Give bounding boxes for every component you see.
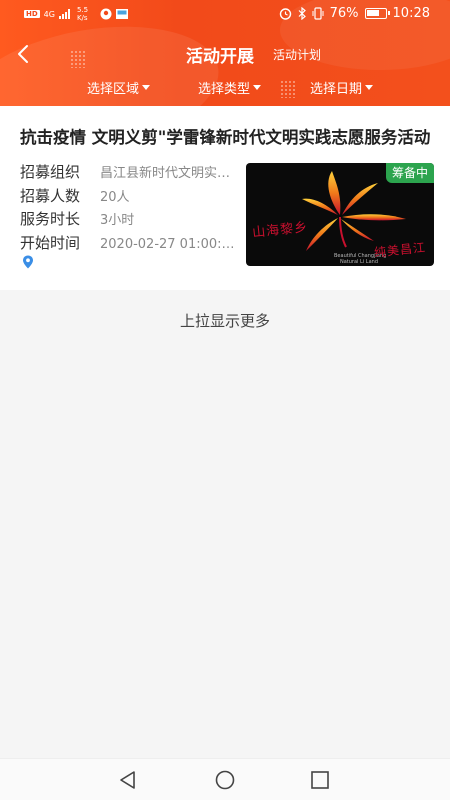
status-bar: HD 4G 5.5 K/s 76% 10:28 bbox=[0, 0, 450, 28]
filter-label: 选择区域 bbox=[87, 82, 140, 97]
filter-type[interactable]: 选择类型 bbox=[198, 78, 262, 97]
chevron-left-icon bbox=[18, 45, 28, 63]
filter-bar: 选择区域 选择类型 选择日期 bbox=[0, 78, 450, 100]
back-button[interactable] bbox=[14, 42, 34, 66]
status-left: HD 4G 5.5 K/s bbox=[24, 6, 129, 22]
caret-down-icon bbox=[253, 85, 262, 90]
network-badge: HD bbox=[24, 10, 40, 18]
triangle-back-icon bbox=[120, 771, 135, 789]
info-value: 3小时 bbox=[100, 213, 135, 228]
gallery-notification-icon bbox=[116, 9, 129, 19]
caret-down-icon bbox=[142, 85, 151, 90]
info-value: 昌江县新时代文明实践中心 bbox=[100, 166, 238, 181]
vibrate-icon bbox=[312, 7, 324, 20]
caret-down-icon bbox=[365, 85, 374, 90]
info-label: 开始时间 bbox=[20, 234, 81, 252]
info-row-start-time: 开始时间 2020-02-27 01:00:00 bbox=[20, 232, 238, 253]
info-value: 2020-02-27 01:00:00 bbox=[100, 237, 238, 252]
info-value: 20人 bbox=[100, 190, 130, 205]
filter-label: 选择类型 bbox=[198, 82, 251, 97]
filter-region[interactable]: 选择区域 bbox=[87, 78, 151, 97]
status-right: 76% 10:28 bbox=[279, 6, 430, 21]
info-label: 招募组织 bbox=[20, 163, 81, 181]
bluetooth-icon bbox=[298, 7, 306, 20]
system-nav-bar bbox=[0, 758, 450, 800]
header: HD 4G 5.5 K/s 76% 10:28 活动开展 活动计划 选择区域 选… bbox=[0, 0, 450, 106]
load-more-hint: 上拉显示更多 bbox=[179, 312, 270, 330]
thumbnail-subcaption-2: Natural Li Land bbox=[340, 259, 378, 265]
location-pin-icon bbox=[23, 255, 33, 269]
status-badge: 筹备中 bbox=[385, 163, 434, 183]
page-title: 活动开展 bbox=[186, 47, 254, 67]
filter-date[interactable]: 选择日期 bbox=[310, 78, 374, 97]
nav-bar: 活动开展 活动计划 bbox=[0, 36, 450, 72]
battery-icon bbox=[364, 8, 390, 19]
square-recent-icon bbox=[311, 771, 329, 789]
activity-card[interactable]: 抗击疫情 文明义剪"学雷锋新时代文明实践志愿服务活动 招募组织 昌江县新时代文明… bbox=[0, 106, 450, 290]
info-label: 招募人数 bbox=[20, 187, 81, 205]
circle-home-icon bbox=[215, 770, 235, 790]
alarm-icon bbox=[279, 8, 291, 20]
battery-percent: 76% bbox=[329, 6, 359, 21]
nav-back-button[interactable] bbox=[117, 769, 139, 791]
info-row-duration: 服务时长 3小时 bbox=[20, 208, 134, 229]
activity-plan-link[interactable]: 活动计划 bbox=[273, 46, 321, 63]
info-label: 服务时长 bbox=[20, 210, 81, 228]
filter-label: 选择日期 bbox=[310, 82, 363, 97]
info-row-organization: 招募组织 昌江县新时代文明实践中心 bbox=[20, 161, 238, 182]
speed-value: 5.5 bbox=[76, 6, 89, 14]
clock: 10:28 bbox=[392, 6, 430, 21]
speed-unit: K/s bbox=[76, 14, 88, 22]
network-type: 4G bbox=[43, 9, 55, 19]
activity-title: 抗击疫情 文明义剪"学雷锋新时代文明实践志愿服务活动 bbox=[20, 128, 431, 147]
nav-home-button[interactable] bbox=[214, 769, 236, 791]
app-notification-icon bbox=[100, 8, 112, 20]
network-speed: 5.5 K/s bbox=[77, 6, 88, 22]
info-row-recruit-count: 招募人数 20人 bbox=[20, 185, 130, 206]
signal-icon bbox=[58, 9, 70, 19]
battery-level bbox=[366, 10, 380, 16]
nav-recent-button[interactable] bbox=[309, 769, 331, 791]
activity-thumbnail[interactable]: Beautiful Changjiang Natural Li Land 山海黎… bbox=[246, 163, 434, 266]
